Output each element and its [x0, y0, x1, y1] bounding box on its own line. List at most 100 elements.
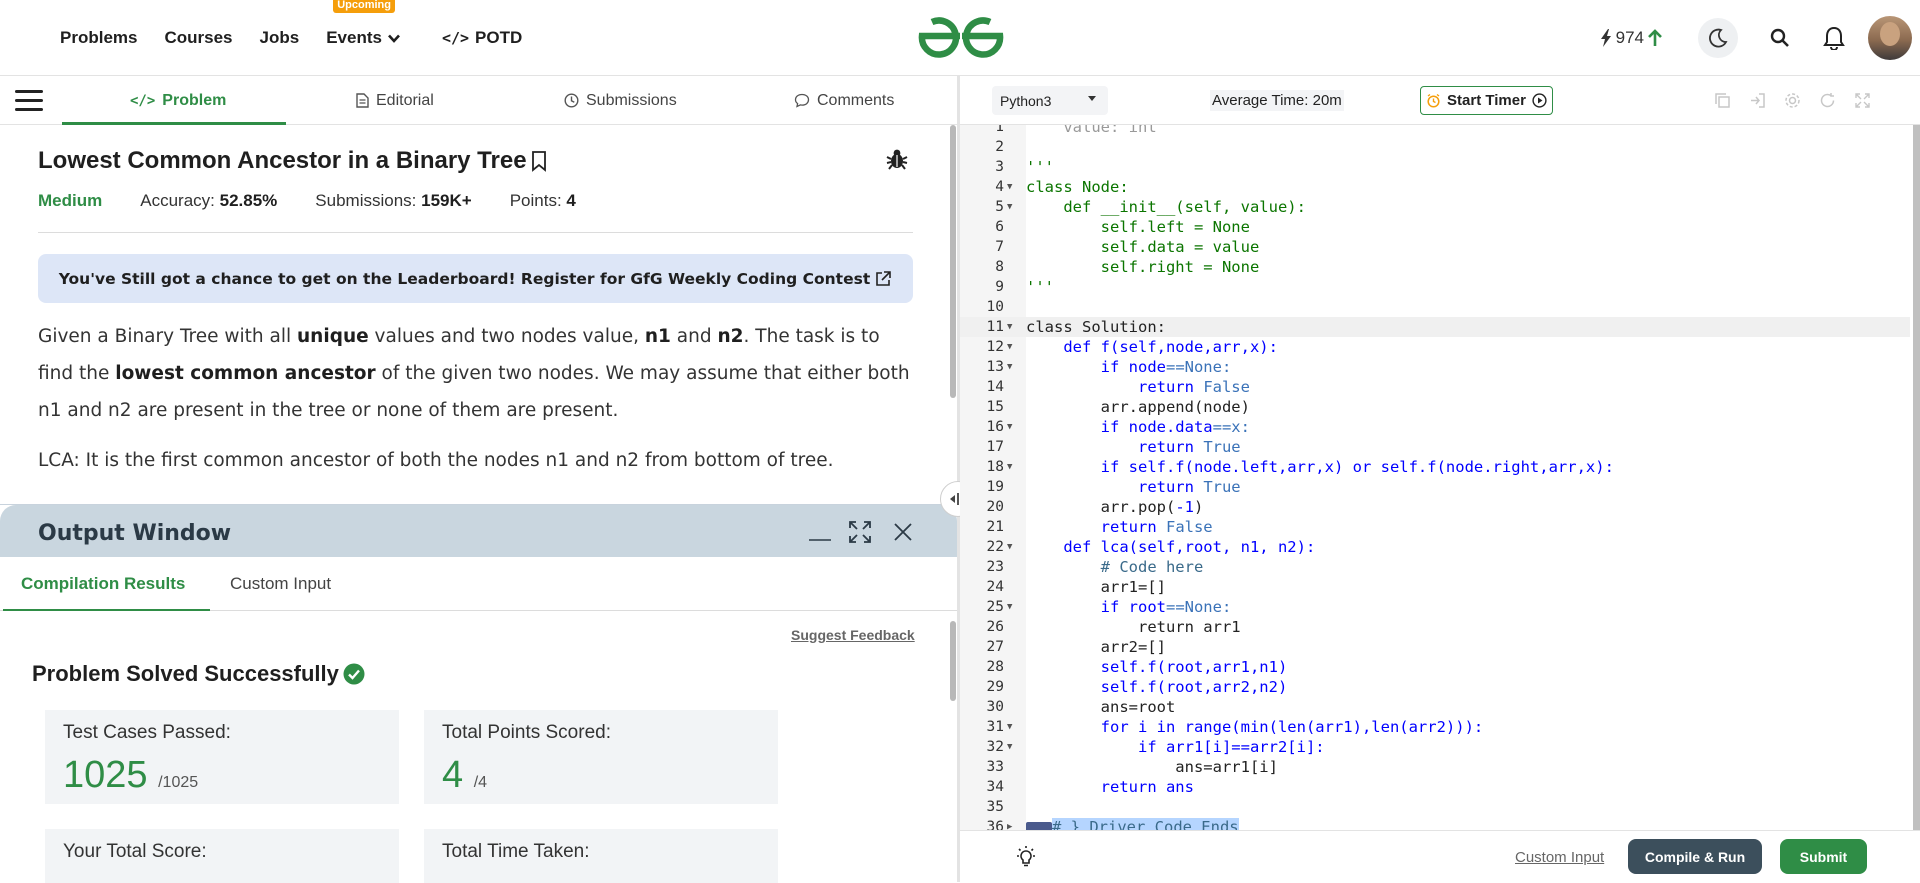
code-line: 25 ▼ if root==None: [986, 598, 1232, 616]
suggest-feedback-link[interactable]: Suggest Feedback [791, 627, 915, 643]
desc-bold: n1 [644, 326, 671, 347]
start-timer-button[interactable]: Start Timer [1420, 86, 1553, 115]
problem-meta: Medium Accuracy: 52.85% Submissions: 159… [38, 191, 576, 211]
points-scored-label: Total Points Scored: [442, 722, 611, 743]
tab-compilation-results[interactable]: Compilation Results [21, 557, 185, 611]
lightning-icon [1600, 29, 1611, 47]
code-line: 3 ''' [995, 158, 1054, 176]
chevron-down-icon [387, 34, 400, 43]
bookmark-icon[interactable] [531, 150, 547, 172]
tab-comments-label: Comments [817, 91, 895, 109]
time-taken-card: Total Time Taken: [424, 829, 778, 883]
expand-icon [849, 521, 871, 543]
code-line: 7 self.data = value [995, 238, 1260, 256]
desc-text: values and two nodes value, [368, 326, 645, 347]
close-icon [894, 523, 912, 541]
nav-problems[interactable]: Problems [60, 28, 137, 48]
code-line: 10 [986, 299, 1004, 315]
nav-jobs[interactable]: Jobs [260, 28, 300, 48]
problem-scrollbar[interactable] [950, 125, 956, 398]
lightbulb-icon [1017, 846, 1035, 867]
editor-scrollbar[interactable] [1913, 125, 1920, 830]
accuracy-label: Accuracy: [140, 191, 215, 210]
code-line: 36 ▶ # } Driver Code Ends [960, 817, 1910, 830]
custom-input-link[interactable]: Custom Input [1515, 849, 1604, 866]
tab-submissions[interactable]: Submissions [564, 76, 677, 125]
active-tab-indicator [3, 609, 210, 611]
solved-message: Problem Solved Successfully [32, 661, 365, 687]
fold-arrow-icon: ▼ [1007, 602, 1013, 612]
code-line: 9 ''' [995, 278, 1054, 296]
clock-icon [564, 93, 579, 108]
code-line: 17 return True [986, 438, 1241, 456]
hamburger-menu-icon[interactable] [15, 90, 43, 112]
output-tabs: Compilation Results Custom Input [0, 557, 957, 611]
bug-icon[interactable] [885, 147, 909, 171]
test-cases-total: /1025 [158, 774, 199, 791]
tab-custom-input[interactable]: Custom Input [230, 557, 331, 611]
language-select[interactable]: Python3 [992, 86, 1108, 115]
compile-run-button[interactable]: Compile & Run [1628, 839, 1762, 874]
total-score-card: Your Total Score: [45, 829, 399, 883]
output-title: Output Window [38, 521, 232, 546]
editor-bottom-bar: Custom Input Compile & Run Submit [960, 830, 1920, 882]
reset-icon[interactable] [1817, 90, 1838, 110]
fullscreen-icon[interactable] [1852, 90, 1873, 110]
code-icon: </> [130, 92, 156, 109]
problem-title-text: Lowest Common Ancestor in a Binary Tree [38, 147, 527, 174]
submissions-label: Submissions: [315, 191, 417, 210]
settings-gear-icon[interactable] [1782, 90, 1803, 110]
code-line-active: 11 ▼ class Solution: [960, 317, 1910, 337]
contest-banner[interactable]: You've Still got a chance to get on the … [38, 254, 913, 303]
bell-icon [1823, 26, 1845, 50]
submit-button[interactable]: Submit [1780, 839, 1867, 874]
nav-events-label: Events [326, 28, 382, 47]
lca-definition: LCA: It is the first common ancestor of … [38, 450, 834, 471]
code-line: 14 return False [986, 378, 1250, 396]
code-editor[interactable]: 1 value: int 2 3 ''' 4 ▼ class Node: 5 ▼ def… [960, 125, 1920, 830]
editor-tools [1712, 90, 1873, 110]
code-line: 28 self.f(root,arr1,n1) [986, 658, 1288, 676]
nav-potd[interactable]: </> POTD [442, 28, 522, 48]
moon-icon [1709, 28, 1728, 48]
tab-submissions-label: Submissions [586, 91, 677, 109]
theme-toggle[interactable] [1698, 18, 1738, 58]
fold-arrow-icon: ▼ [1007, 322, 1013, 332]
code-line: 30 ans=root [986, 698, 1176, 716]
code-line: 13 ▼ if node==None: [986, 358, 1232, 376]
tab-editorial[interactable]: Editorial [356, 76, 434, 125]
close-button[interactable] [889, 519, 917, 545]
check-circle-icon [343, 663, 365, 685]
nav-events[interactable]: Upcoming Events [326, 0, 400, 48]
code-line: 23 # Code here [986, 558, 1204, 576]
time-taken-label: Total Time Taken: [442, 841, 590, 862]
streak-counter[interactable]: 974 [1600, 28, 1662, 48]
expand-button[interactable] [846, 519, 874, 545]
solved-text: Problem Solved Successfully [32, 661, 339, 686]
points: Points: 4 [510, 191, 576, 211]
hint-button[interactable] [1012, 843, 1040, 871]
user-avatar[interactable] [1868, 16, 1912, 60]
tab-comments[interactable]: Comments [794, 76, 894, 125]
tab-problem-label: Problem [162, 91, 227, 109]
fold-arrow-icon: ▼ [1007, 202, 1013, 212]
import-file-icon[interactable] [1747, 90, 1768, 110]
fold-arrow-icon: ▼ [1007, 362, 1013, 372]
points-total: /4 [473, 774, 488, 791]
search-button[interactable] [1764, 22, 1796, 54]
accuracy: Accuracy: 52.85% [140, 191, 277, 211]
nav-courses[interactable]: Courses [164, 28, 232, 48]
fold-arrow-icon: ▼ [1007, 722, 1013, 732]
test-cases-passed: 1025 [63, 754, 148, 796]
minimize-button[interactable] [806, 519, 834, 545]
output-scrollbar[interactable] [950, 621, 956, 701]
nav-problems-label: Problems [60, 28, 138, 47]
notifications-button[interactable] [1818, 22, 1850, 54]
total-score-label: Your Total Score: [63, 841, 207, 862]
copy-icon[interactable] [1712, 90, 1733, 110]
tab-problem[interactable]: </> Problem [130, 76, 226, 125]
code-line: 19 return True [986, 478, 1241, 496]
fold-arrow-icon: ▼ [1007, 742, 1013, 752]
problem-description: Given a Binary Tree with all unique valu… [38, 318, 918, 429]
gfg-logo[interactable] [918, 14, 1004, 58]
